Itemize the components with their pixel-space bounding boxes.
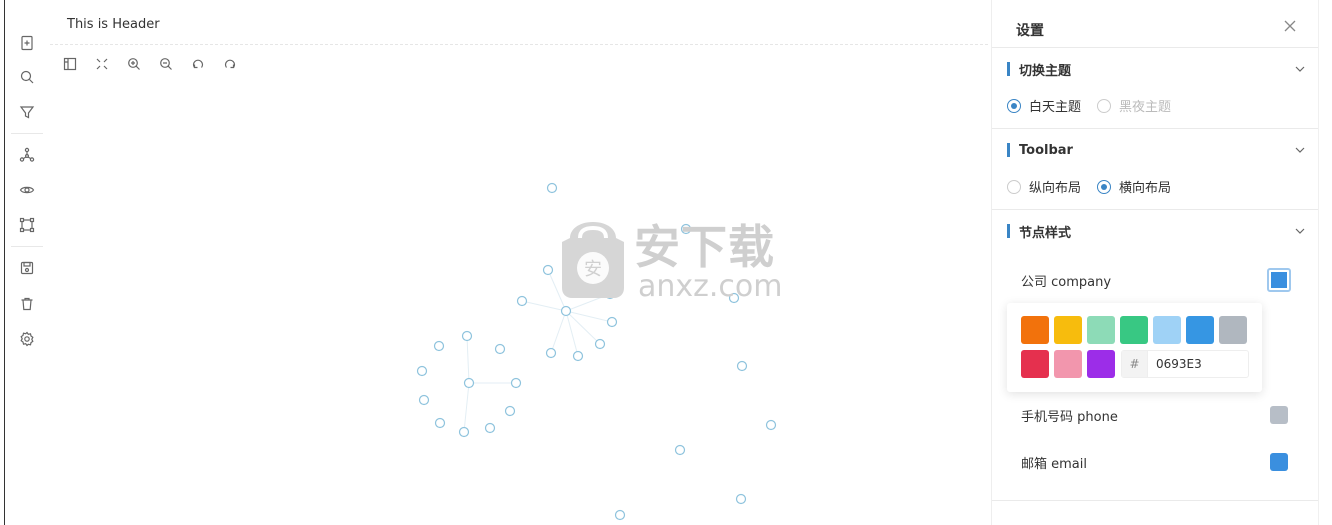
color-picker-popover: # 0693E3 (1007, 303, 1262, 392)
theme-option-night-label: 黑夜主题 (1119, 100, 1172, 115)
toolbar-section-title: Toolbar (1019, 142, 1073, 158)
page-header-title: This is Header (67, 17, 160, 32)
watermark: 安 安下载 anxz.com (556, 220, 783, 302)
close-icon[interactable] (1281, 17, 1299, 35)
section-accent-bar (1007, 143, 1010, 157)
fit-view-icon[interactable] (90, 54, 114, 74)
theme-option-day-label: 白天主题 (1029, 100, 1082, 115)
company-color-swatch[interactable] (1267, 268, 1291, 292)
theme-option-night[interactable]: 黑夜主题 (1097, 96, 1171, 115)
color-option-pink[interactable] (1054, 350, 1082, 378)
watermark-cn: 安下载 (634, 220, 775, 274)
app-root: 安 安下载 anxz.com This is Header 设置 切换主题 白天… (0, 0, 1332, 525)
svg-text:安: 安 (584, 259, 602, 280)
graph-layout-icon[interactable] (15, 143, 39, 167)
section-divider (992, 500, 1319, 501)
watermark-en: anxz.com (638, 269, 783, 304)
color-option-red[interactable] (1021, 350, 1049, 378)
search-icon[interactable] (15, 65, 39, 89)
toolbar-layout-radio-group: 纵向布局 横向布局 (1007, 177, 1187, 196)
rail-divider (11, 246, 43, 247)
settings-title: 设置 (1016, 23, 1044, 39)
section-accent-bar (1007, 224, 1010, 238)
node-style-email-label: 邮箱 email (1021, 456, 1087, 472)
header-divider (50, 44, 988, 45)
radio-checked[interactable] (1097, 179, 1112, 194)
undo-icon[interactable] (186, 54, 210, 74)
color-option-orange[interactable] (1021, 316, 1049, 344)
node-style-row-email: 邮箱 email (1021, 450, 1291, 474)
color-option-light-blue[interactable] (1153, 316, 1181, 344)
node-style-row-company: 公司 company (1021, 268, 1291, 292)
email-color-swatch[interactable] (1270, 453, 1288, 471)
zoom-in-icon[interactable] (122, 54, 146, 74)
new-file-icon[interactable] (15, 31, 39, 55)
radio-checked[interactable] (1007, 98, 1021, 113)
panel-icon[interactable] (58, 54, 82, 74)
color-option-green[interactable] (1120, 316, 1148, 344)
shield-logo-icon: 安 (562, 222, 624, 298)
chevron-down-icon[interactable] (1293, 224, 1307, 238)
chevron-down-icon[interactable] (1293, 62, 1307, 76)
theme-radio-group: 白天主题 黑夜主题 (1007, 96, 1187, 115)
hex-value[interactable]: 0693E3 (1148, 357, 1202, 371)
hex-prefix: # (1122, 351, 1148, 377)
left-toolbar (4, 0, 48, 525)
node-style-section-header[interactable]: 节点样式 (1007, 222, 1307, 241)
canvas-toolbar (58, 54, 242, 74)
theme-option-day[interactable]: 白天主题 (1007, 96, 1081, 115)
eye-icon[interactable] (15, 178, 39, 202)
zoom-out-icon[interactable] (154, 54, 178, 74)
node-style-company-label: 公司 company (1021, 274, 1112, 290)
section-divider (992, 128, 1319, 129)
theme-section-header[interactable]: 切换主题 (1007, 60, 1307, 79)
hex-color-input[interactable]: # 0693E3 (1121, 350, 1249, 378)
section-accent-bar (1007, 62, 1010, 76)
phone-color-swatch[interactable] (1270, 406, 1288, 424)
trash-icon[interactable] (15, 292, 39, 316)
section-divider (992, 209, 1319, 210)
save-icon[interactable] (15, 256, 39, 280)
section-divider (992, 47, 1319, 48)
scrollbar-track[interactable] (1318, 0, 1332, 525)
node-style-row-phone: 手机号码 phone (1021, 403, 1291, 427)
node-style-phone-label: 手机号码 phone (1021, 409, 1118, 425)
filter-icon[interactable] (15, 100, 39, 124)
color-option-gray[interactable] (1219, 316, 1247, 344)
layout-option-horizontal-label: 横向布局 (1119, 181, 1172, 196)
color-option-mint[interactable] (1087, 316, 1115, 344)
redo-icon[interactable] (218, 54, 242, 74)
layout-option-vertical[interactable]: 纵向布局 (1007, 177, 1081, 196)
node-style-section-title: 节点样式 (1019, 225, 1072, 241)
layout-option-horizontal[interactable]: 横向布局 (1097, 177, 1171, 196)
color-option-purple[interactable] (1087, 350, 1115, 378)
theme-section-title: 切换主题 (1019, 63, 1072, 79)
color-option-yellow[interactable] (1054, 316, 1082, 344)
color-option-blue[interactable] (1186, 316, 1214, 344)
radio-unchecked[interactable] (1007, 179, 1021, 194)
graph-canvas[interactable] (0, 0, 990, 525)
radio-unchecked[interactable] (1097, 98, 1112, 113)
settings-panel: 设置 切换主题 白天主题 黑夜主题 Toolbar 纵向布局 横向布局 节点样式… (991, 0, 1319, 525)
gear-icon[interactable] (15, 327, 39, 351)
chevron-down-icon[interactable] (1293, 143, 1307, 157)
frame-select-icon[interactable] (15, 213, 39, 237)
layout-option-vertical-label: 纵向布局 (1029, 181, 1082, 196)
toolbar-section-header[interactable]: Toolbar (1007, 141, 1307, 159)
rail-divider (11, 133, 43, 134)
